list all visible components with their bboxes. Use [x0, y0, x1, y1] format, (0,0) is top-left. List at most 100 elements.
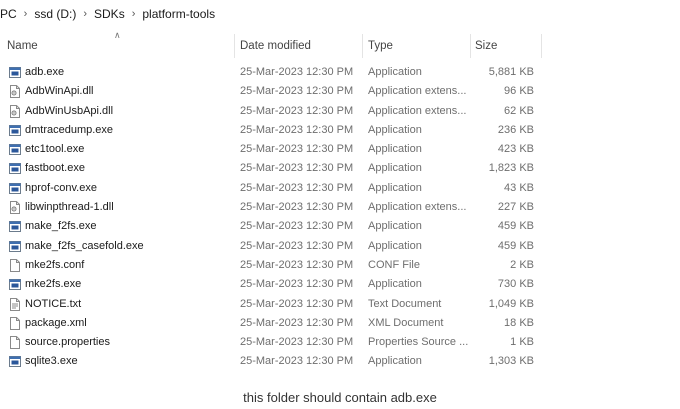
- file-row[interactable]: libwinpthread-1.dll 25-Mar-2023 12:30 PM A…: [0, 198, 680, 217]
- file-date-modified: 25-Mar-2023 12:30 PM: [240, 181, 354, 194]
- dll-icon: [9, 85, 21, 99]
- file-type: XML Document: [368, 316, 444, 329]
- file-date-modified: 25-Mar-2023 12:30 PM: [240, 66, 354, 78]
- file-type: Application extens...: [368, 201, 467, 214]
- breadcrumb-platform-tools[interactable]: platform-tools: [142, 7, 215, 21]
- file-type: Application: [368, 66, 422, 78]
- breadcrumb-drive[interactable]: ssd (D:): [34, 7, 76, 21]
- file-row[interactable]: AdbWinUsbApi.dll 25-Mar-2023 12:30 PM Appl…: [0, 102, 680, 121]
- file-name: NOTICE.txt: [25, 297, 82, 310]
- exe-icon: [9, 240, 21, 253]
- file-date-modified: 25-Mar-2023 12:30 PM: [240, 104, 354, 117]
- file-list: adb.exe 25-Mar-2023 12:30 PM Application 5,…: [0, 63, 680, 372]
- chevron-right-icon: ›: [131, 8, 136, 20]
- file-size: 423 KB: [497, 143, 534, 156]
- exe-icon: [9, 220, 21, 233]
- file-type: CONF File: [368, 258, 420, 271]
- exe-icon: [9, 124, 21, 137]
- file-name: source.properties: [25, 336, 110, 349]
- file-date-modified: 25-Mar-2023 12:30 PM: [240, 201, 354, 214]
- file-row[interactable]: mke2fs.exe 25-Mar-2023 12:30 PM Applicatio…: [0, 275, 680, 294]
- file-date-modified: 25-Mar-2023 12:30 PM: [240, 316, 354, 329]
- column-divider[interactable]: [470, 34, 471, 58]
- column-divider[interactable]: [362, 34, 363, 58]
- file-name: make_f2fs.exe: [25, 220, 97, 233]
- column-divider[interactable]: [541, 34, 542, 58]
- file-type: Application: [368, 239, 422, 252]
- file-date-modified: 25-Mar-2023 12:30 PM: [240, 123, 354, 136]
- file-type: Properties Source ...: [368, 336, 468, 349]
- file-row[interactable]: source.properties 25-Mar-2023 12:30 PM Pro…: [0, 333, 680, 352]
- dll-icon: [9, 104, 21, 118]
- column-header-date[interactable]: Date modified: [240, 34, 311, 58]
- file-row[interactable]: make_f2fs_casefold.exe 25-Mar-2023 12:30 …: [0, 237, 680, 256]
- file-name: dmtracedump.exe: [25, 123, 114, 136]
- file-date-modified: 25-Mar-2023 12:30 PM: [240, 336, 354, 349]
- file-name: fastboot.exe: [25, 162, 85, 175]
- file-type: Application: [368, 143, 422, 156]
- file-name: package.xml: [25, 316, 87, 329]
- column-header-size[interactable]: Size: [475, 34, 497, 58]
- file-size: 1,823 KB: [488, 162, 534, 175]
- file-name: libwinpthread-1.dll: [25, 201, 114, 214]
- file-type: Application extens...: [368, 85, 467, 98]
- file-date-modified: 25-Mar-2023 12:30 PM: [240, 278, 354, 291]
- file-icon: [9, 258, 21, 272]
- file-type: Application: [368, 162, 422, 175]
- file-row[interactable]: sqlite3.exe 25-Mar-2023 12:30 PM Applicati…: [0, 352, 680, 371]
- file-size: 18 KB: [504, 316, 534, 329]
- file-size: 2 KB: [510, 258, 534, 271]
- file-date-modified: 25-Mar-2023 12:30 PM: [240, 143, 354, 156]
- file-type: Application: [368, 220, 422, 233]
- file-name: AdbWinUsbApi.dll: [25, 104, 114, 117]
- file-name: sqlite3.exe: [25, 355, 78, 368]
- file-row[interactable]: hprof-conv.exe 25-Mar-2023 12:30 PM Applic…: [0, 179, 680, 198]
- file-size: 236 KB: [497, 123, 534, 136]
- dll-icon: [9, 201, 21, 215]
- file-row[interactable]: make_f2fs.exe 25-Mar-2023 12:30 PM Applica…: [0, 217, 680, 236]
- caption: this folder should contain adb.exe: [243, 390, 437, 405]
- breadcrumb-pc[interactable]: PC: [0, 7, 17, 21]
- column-header-type[interactable]: Type: [368, 34, 393, 58]
- file-type: Application: [368, 181, 422, 194]
- file-row[interactable]: NOTICE.txt 25-Mar-2023 12:30 PM Text Docum…: [0, 295, 680, 314]
- column-divider[interactable]: [234, 34, 235, 58]
- breadcrumb-sdks[interactable]: SDKs: [94, 7, 125, 21]
- file-size: 730 KB: [497, 278, 534, 291]
- file-row[interactable]: AdbWinApi.dll 25-Mar-2023 12:30 PM Applica…: [0, 82, 680, 101]
- file-type: Application: [368, 355, 422, 368]
- exe-icon: [9, 66, 21, 79]
- chevron-right-icon: ›: [23, 8, 28, 20]
- file-name: mke2fs.conf: [25, 258, 85, 271]
- file-row[interactable]: fastboot.exe 25-Mar-2023 12:30 PM Applicat…: [0, 159, 680, 178]
- file-date-modified: 25-Mar-2023 12:30 PM: [240, 297, 354, 310]
- file-type: Application: [368, 278, 422, 291]
- file-size: 62 KB: [504, 104, 534, 117]
- exe-icon: [9, 278, 21, 291]
- file-icon: [9, 316, 21, 330]
- file-row[interactable]: package.xml 25-Mar-2023 12:30 PM XML Docum…: [0, 314, 680, 333]
- file-row[interactable]: dmtracedump.exe 25-Mar-2023 12:30 PM Appli…: [0, 121, 680, 140]
- exe-icon: [9, 182, 21, 195]
- file-date-modified: 25-Mar-2023 12:30 PM: [240, 85, 354, 98]
- exe-icon: [9, 355, 21, 368]
- file-date-modified: 25-Mar-2023 12:30 PM: [240, 239, 354, 252]
- column-header-name[interactable]: Name: [7, 34, 38, 58]
- file-size: 459 KB: [497, 220, 534, 233]
- file-size: 227 KB: [497, 201, 534, 214]
- file-row[interactable]: etc1tool.exe 25-Mar-2023 12:30 PM Applicat…: [0, 140, 680, 159]
- file-type: Text Document: [368, 297, 442, 310]
- file-row[interactable]: mke2fs.conf 25-Mar-2023 12:30 PM CONF File…: [0, 256, 680, 275]
- file-size: 96 KB: [504, 85, 534, 98]
- file-name: mke2fs.exe: [25, 278, 82, 291]
- file-size: 5,881 KB: [488, 66, 534, 78]
- file-size: 1 KB: [510, 336, 534, 349]
- file-row[interactable]: adb.exe 25-Mar-2023 12:30 PM Application 5,…: [0, 63, 680, 82]
- file-name: hprof-conv.exe: [25, 181, 97, 194]
- file-size: 1,049 KB: [488, 297, 534, 310]
- chevron-right-icon: ›: [83, 8, 88, 20]
- file-date-modified: 25-Mar-2023 12:30 PM: [240, 355, 354, 368]
- file-size: 1,303 KB: [488, 355, 534, 368]
- text-file-icon: [9, 297, 21, 311]
- file-type: Application extens...: [368, 104, 467, 117]
